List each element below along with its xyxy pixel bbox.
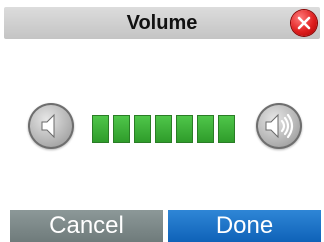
volume-segment xyxy=(92,115,109,143)
volume-segment xyxy=(176,115,193,143)
dialog-title: Volume xyxy=(126,12,198,34)
volume-up-button[interactable] xyxy=(256,103,302,149)
cancel-button[interactable]: Cancel xyxy=(10,210,163,242)
volume-segment xyxy=(113,115,130,143)
volume-dialog: Volume Cancel Done xyxy=(0,0,324,242)
title-bar: Volume xyxy=(4,7,320,39)
done-button[interactable]: Done xyxy=(168,210,321,242)
volume-segment xyxy=(155,115,172,143)
speaker-volume-up-icon xyxy=(265,113,294,139)
volume-segment xyxy=(134,115,151,143)
volume-segment xyxy=(218,115,235,143)
close-button[interactable] xyxy=(291,10,317,36)
volume-segment xyxy=(197,115,214,143)
volume-level-bar[interactable] xyxy=(92,115,235,143)
speaker-volume-down-icon xyxy=(41,113,55,139)
volume-control xyxy=(0,103,324,153)
volume-down-button[interactable] xyxy=(28,103,74,149)
close-icon xyxy=(297,16,311,30)
